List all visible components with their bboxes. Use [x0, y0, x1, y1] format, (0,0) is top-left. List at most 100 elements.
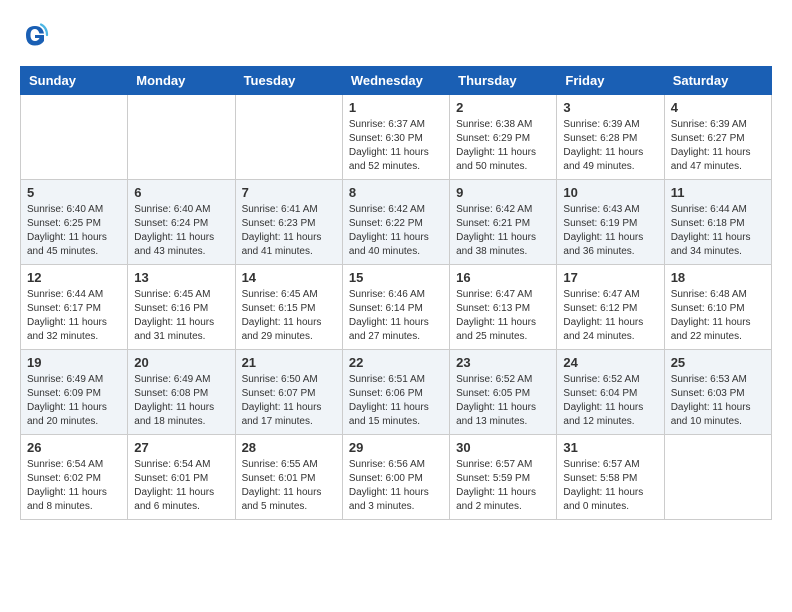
day-cell: 12Sunrise: 6:44 AMSunset: 6:17 PMDayligh… [21, 265, 128, 350]
day-cell: 6 Sunrise: 6:40 AMSunset: 6:24 PMDaylight… [128, 180, 235, 265]
day-cell: 30 Sunrise: 6:57 AMSunset: 5:59 PMDayligh… [450, 435, 557, 520]
day-cell: 16Sunrise: 6:47 AMSunset: 6:13 PMDayligh… [450, 265, 557, 350]
day-info: Sunrise: 6:38 AMSunset: 6:29 PMDaylight:… [456, 118, 550, 174]
day-info: Sunrise: 6:47 AMSunset: 6:12 PMDaylight:… [563, 288, 657, 344]
week-row-1: 1 Sunrise: 6:37 AMSunset: 6:30 PMDaylight… [21, 95, 772, 180]
day-cell [128, 95, 235, 180]
day-cell: 2 Sunrise: 6:38 AMSunset: 6:29 PMDaylight… [450, 95, 557, 180]
day-number: 3 [563, 100, 657, 115]
day-cell: 8 Sunrise: 6:42 AMSunset: 6:22 PMDaylight… [342, 180, 449, 265]
page-header [20, 20, 772, 50]
day-number: 22 [349, 355, 443, 370]
day-cell: 21Sunrise: 6:50 AMSunset: 6:07 PMDayligh… [235, 350, 342, 435]
day-number: 23 [456, 355, 550, 370]
day-info: Sunrise: 6:45 AMSunset: 6:15 PMDaylight:… [242, 288, 336, 344]
day-info: Sunrise: 6:43 AMSunset: 6:19 PMDaylight:… [563, 203, 657, 259]
weekday-header-sunday: Sunday [21, 67, 128, 95]
day-number: 28 [242, 440, 336, 455]
day-cell [664, 435, 771, 520]
day-cell: 20Sunrise: 6:49 AMSunset: 6:08 PMDayligh… [128, 350, 235, 435]
day-cell: 27 Sunrise: 6:54 AMSunset: 6:01 PMDayligh… [128, 435, 235, 520]
week-row-4: 19 Sunrise: 6:49 AMSunset: 6:09 PMDayligh… [21, 350, 772, 435]
day-number: 19 [27, 355, 121, 370]
day-cell: 15 Sunrise: 6:46 AMSunset: 6:14 PMDayligh… [342, 265, 449, 350]
day-number: 4 [671, 100, 765, 115]
weekday-header-saturday: Saturday [664, 67, 771, 95]
day-info: Sunrise: 6:45 AMSunset: 6:16 PMDaylight:… [134, 288, 228, 344]
day-info: Sunrise: 6:56 AMSunset: 6:00 PMDaylight:… [349, 458, 443, 514]
day-cell: 24 Sunrise: 6:52 AMSunset: 6:04 PMDayligh… [557, 350, 664, 435]
day-info: Sunrise: 6:47 AMSunset: 6:13 PMDaylight:… [456, 288, 550, 344]
day-cell: 17Sunrise: 6:47 AMSunset: 6:12 PMDayligh… [557, 265, 664, 350]
day-cell: 29Sunrise: 6:56 AMSunset: 6:00 PMDayligh… [342, 435, 449, 520]
day-info: Sunrise: 6:50 AMSunset: 6:07 PMDaylight:… [242, 373, 336, 429]
day-info: Sunrise: 6:57 AMSunset: 5:58 PMDaylight:… [563, 458, 657, 514]
day-cell: 22 Sunrise: 6:51 AMSunset: 6:06 PMDayligh… [342, 350, 449, 435]
weekday-header-row: SundayMondayTuesdayWednesdayThursdayFrid… [21, 67, 772, 95]
week-row-5: 26 Sunrise: 6:54 AMSunset: 6:02 PMDayligh… [21, 435, 772, 520]
day-info: Sunrise: 6:39 AMSunset: 6:28 PMDaylight:… [563, 118, 657, 174]
day-cell: 5 Sunrise: 6:40 AMSunset: 6:25 PMDaylight… [21, 180, 128, 265]
day-info: Sunrise: 6:57 AMSunset: 5:59 PMDaylight:… [456, 458, 550, 514]
day-number: 2 [456, 100, 550, 115]
week-row-3: 12Sunrise: 6:44 AMSunset: 6:17 PMDayligh… [21, 265, 772, 350]
day-number: 11 [671, 185, 765, 200]
day-number: 7 [242, 185, 336, 200]
day-info: Sunrise: 6:52 AMSunset: 6:04 PMDaylight:… [563, 373, 657, 429]
day-number: 1 [349, 100, 443, 115]
day-number: 9 [456, 185, 550, 200]
day-info: Sunrise: 6:40 AMSunset: 6:25 PMDaylight:… [27, 203, 121, 259]
day-cell: 7 Sunrise: 6:41 AMSunset: 6:23 PMDaylight… [235, 180, 342, 265]
weekday-header-wednesday: Wednesday [342, 67, 449, 95]
day-info: Sunrise: 6:40 AMSunset: 6:24 PMDaylight:… [134, 203, 228, 259]
day-info: Sunrise: 6:54 AMSunset: 6:02 PMDaylight:… [27, 458, 121, 514]
day-cell [235, 95, 342, 180]
day-number: 10 [563, 185, 657, 200]
calendar: SundayMondayTuesdayWednesdayThursdayFrid… [20, 66, 772, 520]
day-number: 30 [456, 440, 550, 455]
day-cell: 13 Sunrise: 6:45 AMSunset: 6:16 PMDayligh… [128, 265, 235, 350]
day-info: Sunrise: 6:41 AMSunset: 6:23 PMDaylight:… [242, 203, 336, 259]
day-cell [21, 95, 128, 180]
day-cell: 25 Sunrise: 6:53 AMSunset: 6:03 PMDayligh… [664, 350, 771, 435]
day-number: 8 [349, 185, 443, 200]
day-cell: 19 Sunrise: 6:49 AMSunset: 6:09 PMDayligh… [21, 350, 128, 435]
day-number: 13 [134, 270, 228, 285]
day-number: 25 [671, 355, 765, 370]
day-info: Sunrise: 6:53 AMSunset: 6:03 PMDaylight:… [671, 373, 765, 429]
day-cell: 14 Sunrise: 6:45 AMSunset: 6:15 PMDayligh… [235, 265, 342, 350]
day-number: 27 [134, 440, 228, 455]
day-number: 15 [349, 270, 443, 285]
day-info: Sunrise: 6:54 AMSunset: 6:01 PMDaylight:… [134, 458, 228, 514]
day-number: 12 [27, 270, 121, 285]
day-info: Sunrise: 6:49 AMSunset: 6:09 PMDaylight:… [27, 373, 121, 429]
logo-icon [20, 20, 50, 50]
weekday-header-friday: Friday [557, 67, 664, 95]
day-cell: 3 Sunrise: 6:39 AMSunset: 6:28 PMDaylight… [557, 95, 664, 180]
weekday-header-monday: Monday [128, 67, 235, 95]
day-cell: 9 Sunrise: 6:42 AMSunset: 6:21 PMDaylight… [450, 180, 557, 265]
day-info: Sunrise: 6:37 AMSunset: 6:30 PMDaylight:… [349, 118, 443, 174]
day-cell: 1 Sunrise: 6:37 AMSunset: 6:30 PMDaylight… [342, 95, 449, 180]
day-cell: 4 Sunrise: 6:39 AMSunset: 6:27 PMDaylight… [664, 95, 771, 180]
day-info: Sunrise: 6:42 AMSunset: 6:21 PMDaylight:… [456, 203, 550, 259]
weekday-header-tuesday: Tuesday [235, 67, 342, 95]
day-info: Sunrise: 6:55 AMSunset: 6:01 PMDaylight:… [242, 458, 336, 514]
day-info: Sunrise: 6:42 AMSunset: 6:22 PMDaylight:… [349, 203, 443, 259]
day-info: Sunrise: 6:49 AMSunset: 6:08 PMDaylight:… [134, 373, 228, 429]
day-info: Sunrise: 6:51 AMSunset: 6:06 PMDaylight:… [349, 373, 443, 429]
day-number: 6 [134, 185, 228, 200]
day-cell: 26 Sunrise: 6:54 AMSunset: 6:02 PMDayligh… [21, 435, 128, 520]
day-number: 26 [27, 440, 121, 455]
day-number: 31 [563, 440, 657, 455]
day-number: 24 [563, 355, 657, 370]
weekday-header-thursday: Thursday [450, 67, 557, 95]
day-number: 14 [242, 270, 336, 285]
day-cell: 28 Sunrise: 6:55 AMSunset: 6:01 PMDayligh… [235, 435, 342, 520]
day-number: 5 [27, 185, 121, 200]
day-number: 18 [671, 270, 765, 285]
day-info: Sunrise: 6:39 AMSunset: 6:27 PMDaylight:… [671, 118, 765, 174]
day-info: Sunrise: 6:48 AMSunset: 6:10 PMDaylight:… [671, 288, 765, 344]
day-info: Sunrise: 6:44 AMSunset: 6:18 PMDaylight:… [671, 203, 765, 259]
day-info: Sunrise: 6:46 AMSunset: 6:14 PMDaylight:… [349, 288, 443, 344]
